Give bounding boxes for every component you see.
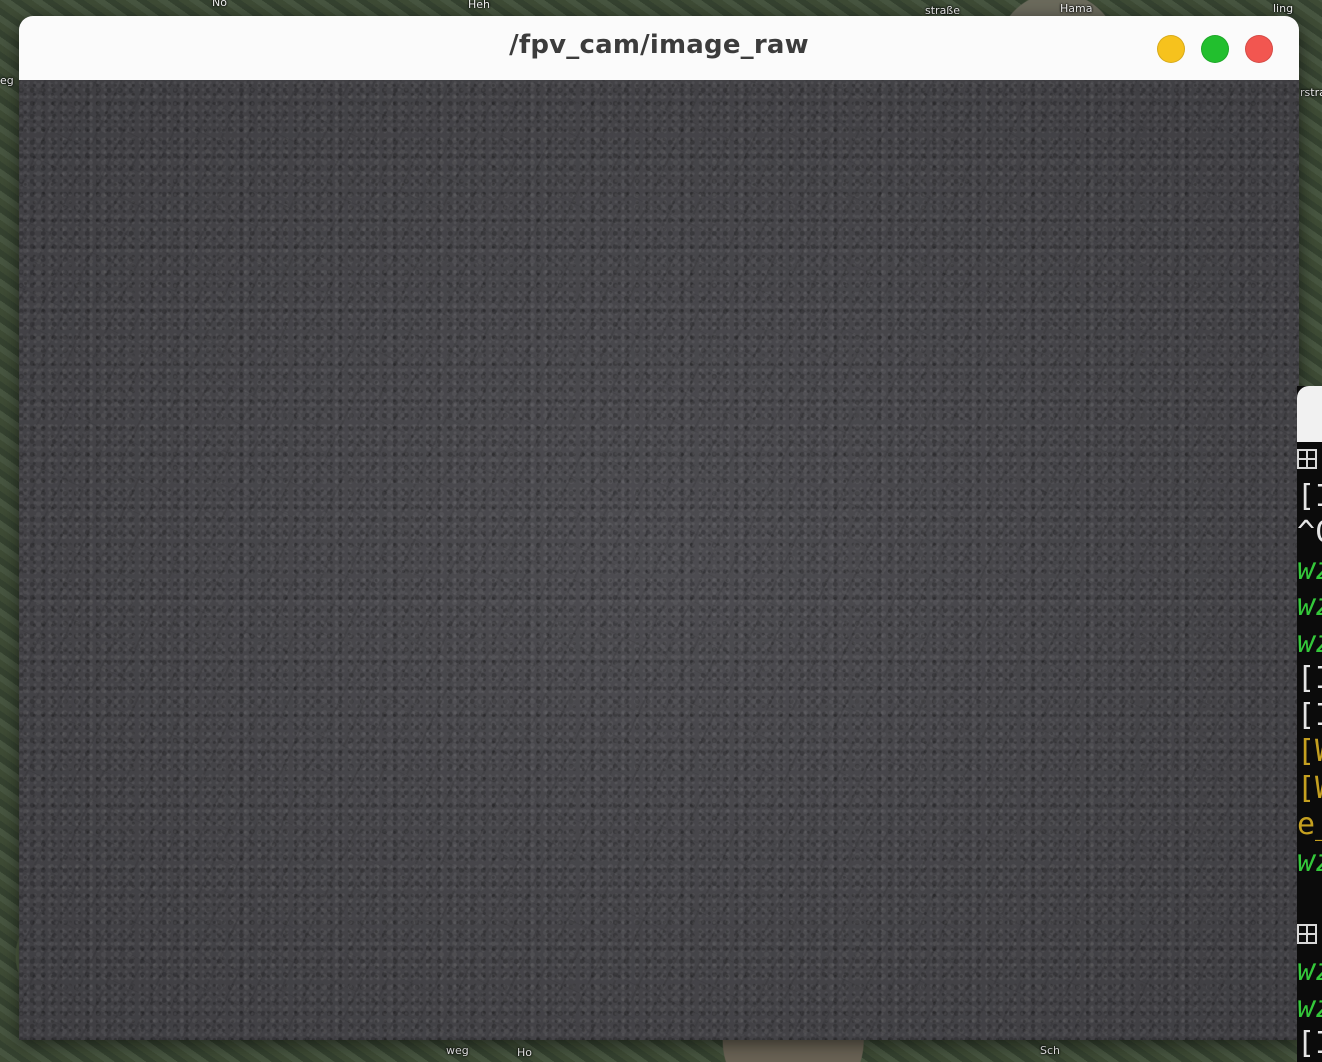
close-button[interactable]: [1245, 35, 1273, 63]
minimize-button[interactable]: [1157, 35, 1185, 63]
terminal-line: wz: [1297, 989, 1322, 1025]
map-label: ling: [1273, 2, 1294, 15]
window-title: /fpv_cam/image_raw: [509, 30, 809, 60]
map-label: Heh: [468, 0, 491, 11]
terminal-window[interactable]: [I^Cwzwzwz[I[I[W[We_wzwzwz[I: [1297, 386, 1322, 1062]
terminal-line: wz: [1297, 551, 1322, 587]
terminal-line: [I: [1297, 697, 1322, 733]
terminal-line: [1297, 442, 1322, 479]
terminal-line: [W: [1297, 734, 1322, 769]
terminal-line: e_: [1297, 807, 1322, 842]
image-viewer-window: /fpv_cam/image_raw: [19, 16, 1299, 1040]
terminal-tab-icon: [1297, 449, 1317, 469]
terminal-line: wz: [1297, 843, 1322, 879]
terminal-line: ^C: [1297, 515, 1322, 550]
terminal-line: [I: [1297, 661, 1322, 696]
map-label: rstraße: [1300, 86, 1322, 99]
map-label: Sch: [1040, 1044, 1061, 1057]
maximize-button[interactable]: [1201, 35, 1229, 63]
map-label: Hama: [1060, 2, 1093, 15]
map-label: Ho: [517, 1046, 533, 1059]
map-label: eg: [0, 74, 14, 87]
terminal-line: [W: [1297, 770, 1322, 806]
camera-image[interactable]: [19, 80, 1299, 1040]
terminal-line: wz: [1297, 624, 1322, 660]
terminal-output: [I^Cwzwzwz[I[I[W[We_wzwzwz[I: [1297, 442, 1322, 1062]
title-bar[interactable]: /fpv_cam/image_raw: [19, 16, 1299, 81]
map-label: Nö: [212, 0, 227, 9]
terminal-line: wz: [1297, 588, 1322, 623]
terminal-tab-icon: [1297, 923, 1317, 944]
terminal-line: [I: [1297, 1026, 1322, 1061]
terminal-line: [I: [1297, 478, 1322, 514]
terminal-title-bar[interactable]: [1297, 386, 1322, 442]
terminal-line: wz: [1297, 953, 1322, 988]
image-texture: [19, 80, 1299, 1040]
terminal-line: [1297, 917, 1322, 954]
map-label: weg: [446, 1044, 469, 1057]
